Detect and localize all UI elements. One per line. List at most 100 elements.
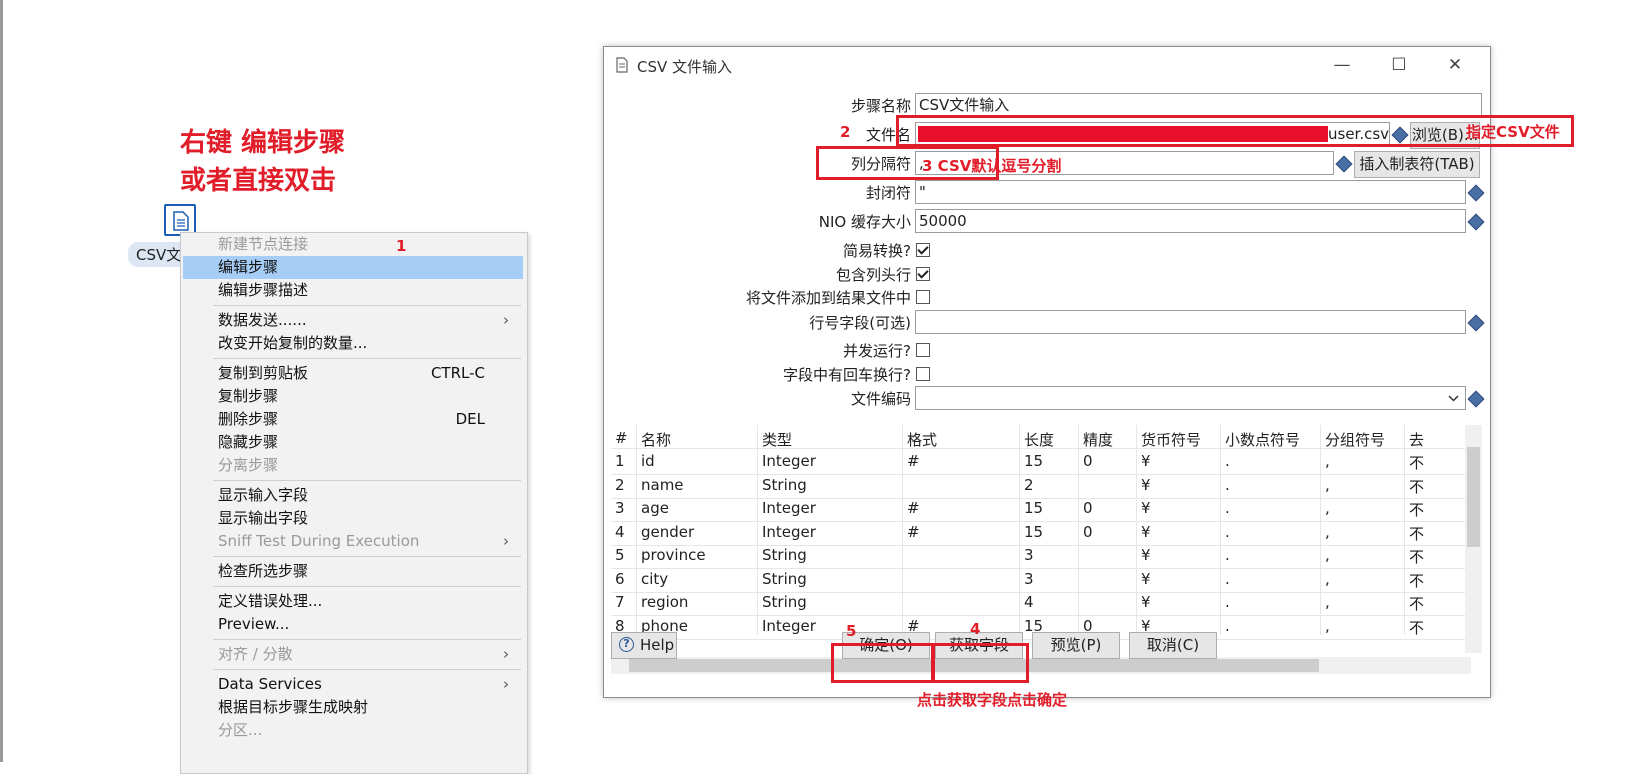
variable-icon[interactable] xyxy=(1467,213,1485,231)
table-cell[interactable]: 3 xyxy=(615,499,625,517)
table-cell[interactable]: . xyxy=(1225,617,1230,635)
table-cell[interactable]: . xyxy=(1225,476,1230,494)
table-cell[interactable]: , xyxy=(1325,617,1330,635)
header-row-checkbox[interactable] xyxy=(916,267,930,281)
table-cell[interactable]: ¥ xyxy=(1141,523,1151,541)
table-cell[interactable]: , xyxy=(1325,476,1330,494)
nio-buffer-input[interactable]: 50000 xyxy=(915,209,1466,233)
menu-item-show-output-fields[interactable]: 显示输出字段 xyxy=(183,507,523,530)
enclosure-input[interactable]: " xyxy=(915,180,1466,204)
table-cell[interactable]: . xyxy=(1225,499,1230,517)
menu-item-show-input-fields[interactable]: 显示输入字段 xyxy=(183,484,523,507)
variable-icon[interactable] xyxy=(1467,390,1485,408)
table-cell[interactable]: # xyxy=(907,499,920,517)
table-cell[interactable]: String xyxy=(762,476,807,494)
minimize-button[interactable]: — xyxy=(1327,53,1357,77)
table-cell[interactable]: ¥ xyxy=(1141,499,1151,517)
table-cell[interactable]: 不 xyxy=(1409,523,1424,544)
table-cell[interactable]: ¥ xyxy=(1141,570,1151,588)
table-cell[interactable]: . xyxy=(1225,546,1230,564)
table-cell[interactable]: 6 xyxy=(615,570,625,588)
encoding-select[interactable] xyxy=(915,386,1466,410)
lazy-conversion-checkbox[interactable] xyxy=(916,243,930,257)
variable-icon[interactable] xyxy=(1335,155,1353,173)
table-cell[interactable]: , xyxy=(1325,546,1330,564)
table-cell[interactable]: . xyxy=(1225,593,1230,611)
table-cell[interactable]: 不 xyxy=(1409,593,1424,614)
menu-item-generate-mapping[interactable]: 根据目标步骤生成映射 xyxy=(183,696,523,719)
column-header[interactable]: 长度 xyxy=(1024,429,1054,450)
insert-tab-button[interactable]: 插入制表符(TAB) xyxy=(1354,151,1480,178)
table-cell[interactable]: ¥ xyxy=(1141,546,1151,564)
close-button[interactable]: ✕ xyxy=(1440,53,1470,77)
table-cell[interactable]: , xyxy=(1325,593,1330,611)
help-button[interactable]: ? Help xyxy=(611,632,677,659)
table-cell[interactable]: 4 xyxy=(1024,593,1034,611)
table-cell[interactable]: 4 xyxy=(615,523,625,541)
table-cell[interactable]: String xyxy=(762,593,807,611)
table-cell[interactable]: 0 xyxy=(1083,452,1093,470)
table-cell[interactable]: 0 xyxy=(1083,523,1093,541)
table-cell[interactable]: , xyxy=(1325,523,1330,541)
cancel-button[interactable]: 取消(C) xyxy=(1129,632,1217,659)
menu-item-data-movement[interactable]: 数据发送...... › xyxy=(183,309,523,332)
menu-item-data-services[interactable]: Data Services › xyxy=(183,673,523,696)
table-cell[interactable]: Integer xyxy=(762,499,816,517)
table-cell[interactable]: ¥ xyxy=(1141,593,1151,611)
table-cell[interactable]: name xyxy=(641,476,684,494)
column-header[interactable]: 去 xyxy=(1409,429,1424,450)
table-cell[interactable]: 不 xyxy=(1409,546,1424,567)
table-cell[interactable]: Integer xyxy=(762,523,816,541)
table-cell[interactable]: region xyxy=(641,593,688,611)
table-cell[interactable]: # xyxy=(907,452,920,470)
column-header[interactable]: 格式 xyxy=(907,429,937,450)
variable-icon[interactable] xyxy=(1467,184,1485,202)
table-cell[interactable]: . xyxy=(1225,570,1230,588)
scroll-thumb[interactable] xyxy=(1467,447,1480,547)
table-cell[interactable]: 3 xyxy=(1024,570,1034,588)
menu-item-copy-clipboard[interactable]: 复制到剪贴板 CTRL-C xyxy=(183,362,523,385)
table-cell[interactable]: , xyxy=(1325,452,1330,470)
column-header[interactable]: 类型 xyxy=(762,429,792,450)
newline-checkbox[interactable] xyxy=(916,367,930,381)
table-cell[interactable]: 7 xyxy=(615,593,625,611)
column-header[interactable]: 分组符号 xyxy=(1325,429,1385,450)
preview-button[interactable]: 预览(P) xyxy=(1032,632,1120,659)
vertical-scrollbar[interactable] xyxy=(1465,425,1482,653)
table-cell[interactable]: 2 xyxy=(1024,476,1034,494)
parallel-checkbox[interactable] xyxy=(916,343,930,357)
table-cell[interactable]: city xyxy=(641,570,668,588)
table-cell[interactable]: . xyxy=(1225,523,1230,541)
table-cell[interactable]: 3 xyxy=(1024,546,1034,564)
table-cell[interactable]: 15 xyxy=(1024,452,1043,470)
table-cell[interactable]: 2 xyxy=(615,476,625,494)
table-cell[interactable]: String xyxy=(762,546,807,564)
menu-item-preview[interactable]: Preview... xyxy=(183,613,523,636)
table-cell[interactable]: # xyxy=(907,523,920,541)
table-cell[interactable]: . xyxy=(1225,452,1230,470)
table-cell[interactable]: , xyxy=(1325,499,1330,517)
table-cell[interactable]: gender xyxy=(641,523,694,541)
table-cell[interactable]: 不 xyxy=(1409,570,1424,591)
table-cell[interactable]: 15 xyxy=(1024,523,1043,541)
table-cell[interactable]: String xyxy=(762,570,807,588)
step-name-input[interactable]: CSV文件输入 xyxy=(915,93,1482,117)
menu-item-delete-step[interactable]: 删除步骤 DEL xyxy=(183,408,523,431)
menu-item-edit-step[interactable]: 编辑步骤 xyxy=(183,256,523,279)
table-cell[interactable]: 不 xyxy=(1409,452,1424,473)
menu-item-hide-step[interactable]: 隐藏步骤 xyxy=(183,431,523,454)
table-cell[interactable]: 不 xyxy=(1409,476,1424,497)
table-cell[interactable]: 0 xyxy=(1083,499,1093,517)
menu-item-error-handling[interactable]: 定义错误处理... xyxy=(183,590,523,613)
column-header[interactable]: 小数点符号 xyxy=(1225,429,1300,450)
table-cell[interactable]: 不 xyxy=(1409,617,1424,638)
horizontal-scrollbar[interactable] xyxy=(611,657,1471,674)
variable-icon[interactable] xyxy=(1467,314,1485,332)
menu-item-change-copies[interactable]: 改变开始复制的数量... xyxy=(183,332,523,355)
table-cell[interactable]: 1 xyxy=(615,452,625,470)
column-header[interactable]: 货币符号 xyxy=(1141,429,1201,450)
table-cell[interactable]: 15 xyxy=(1024,499,1043,517)
table-cell[interactable]: 5 xyxy=(615,546,625,564)
table-cell[interactable]: , xyxy=(1325,570,1330,588)
maximize-button[interactable]: ☐ xyxy=(1384,53,1414,77)
